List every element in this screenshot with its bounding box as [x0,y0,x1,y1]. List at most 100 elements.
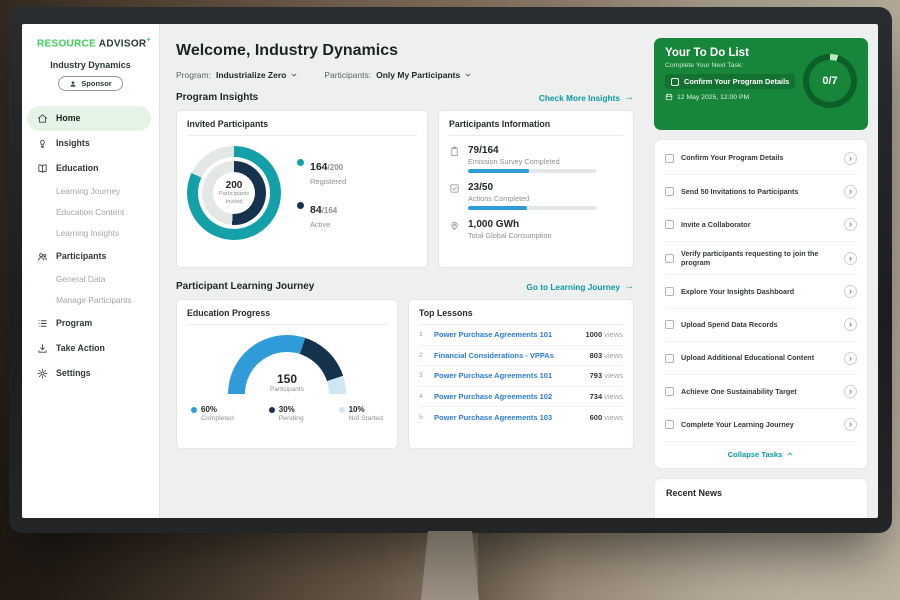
legend-dot [339,407,345,413]
monitor-stand [421,531,479,600]
legend-value: 30% [279,405,304,414]
lesson-views: 734 views [590,392,623,401]
lesson-link[interactable]: Power Purchase Agreements 101 [434,371,584,380]
sidebar-item-learning-insights[interactable]: Learning Insights [22,223,159,244]
link-label: Check More Insights [539,93,620,103]
gauge-center: 150 Participants [228,372,346,393]
nav-label: Home [56,113,80,123]
check-more-insights-link[interactable]: Check More Insights → [539,92,634,103]
checkbox[interactable] [665,187,674,196]
sponsor-badge-label: Sponsor [81,79,111,88]
participants-filter[interactable]: Participants: Only My Participants [324,70,472,80]
stat-actions-completed: 23/50 Actions Completed [449,182,623,210]
chevron-right-icon[interactable]: › [844,185,857,198]
gear-icon [37,368,48,379]
nav-label: Settings [56,368,91,378]
sidebar-item-insights[interactable]: Insights [27,131,151,156]
sidebar-item-manage-participants[interactable]: Manage Participants [22,290,159,311]
task-explore-insights-dashboard[interactable]: Explore Your Insights Dashboard › [665,275,857,308]
chevron-down-icon [464,71,472,79]
chevron-right-icon[interactable]: › [844,152,857,165]
checkbox[interactable] [665,287,674,296]
task-label: Complete Your Learning Journey [681,420,837,429]
task-achieve-sustainability-target[interactable]: Achieve One Sustainability Target › [665,375,857,408]
chevron-right-icon[interactable]: › [844,252,857,265]
legend-completed: 60% Completed [191,405,234,422]
nav-label: Education Content [56,207,124,217]
checkbox[interactable] [665,354,674,363]
legend-value: 10% [349,405,383,414]
lesson-link[interactable]: Power Purchase Agreements 102 [434,392,584,401]
chevron-up-icon [786,450,794,458]
next-task[interactable]: Confirm Your Program Details [665,74,795,89]
sidebar-item-home[interactable]: Home [27,106,151,131]
legend-total: /164 [322,206,338,215]
lesson-views: 1000 views [585,330,623,339]
chevron-right-icon[interactable]: › [844,352,857,365]
due-date-label: 12 May 2025, 12:00 PM [677,94,749,101]
checkbox[interactable] [665,420,674,429]
chevron-right-icon[interactable]: › [844,285,857,298]
lesson-rank: 4 [419,393,428,400]
progress-bar [468,206,596,210]
invited-participants-donut: 200 Participants Invited [187,146,281,240]
legend-value: 164 [310,161,328,173]
nav-label: General Data [56,274,105,284]
lesson-row: 2 Financial Considerations - VPPAs 803 v… [419,346,623,367]
task-confirm-program-details[interactable]: Confirm Your Program Details › [665,142,857,175]
chevron-right-icon[interactable]: › [844,418,857,431]
chevron-right-icon[interactable]: › [844,218,857,231]
page-title: Welcome, Industry Dynamics [176,42,634,60]
lesson-link[interactable]: Power Purchase Agreements 101 [434,330,579,339]
checkbox[interactable] [671,78,679,86]
invited-participants-body: 200 Participants Invited 164/200 Registe [187,136,417,240]
collapse-tasks-button[interactable]: Collapse Tasks [665,442,857,466]
task-upload-educational-content[interactable]: Upload Additional Educational Content › [665,342,857,375]
legend-label: Completed [201,415,234,422]
sidebar-item-general-data[interactable]: General Data [22,269,159,290]
task-invite-collaborator[interactable]: Invite a Collaborator › [665,209,857,242]
checkbox[interactable] [665,320,674,329]
chevron-right-icon[interactable]: › [844,385,857,398]
invited-participants-card: Invited Participants 200 Participants In… [176,110,428,268]
logo-advisor: ADVISOR [99,38,147,49]
home-icon [37,113,48,124]
checkbox[interactable] [665,154,674,163]
app-logo: RESOURCE ADVISOR+ [22,37,159,49]
screen: RESOURCE ADVISOR+ Industry Dynamics Spon… [22,24,878,518]
learning-journey-header: Participant Learning Journey Go to Learn… [176,281,634,292]
sidebar-item-participants[interactable]: Participants [27,244,151,269]
lesson-link[interactable]: Financial Considerations - VPPAs [434,351,584,360]
nav-label: Take Action [56,343,105,353]
link-label: Go to Learning Journey [526,282,620,292]
location-pin-icon [449,220,460,231]
person-icon [69,80,77,88]
checkbox[interactable] [665,254,674,263]
legend-value: 60% [201,405,234,414]
go-to-learning-journey-link[interactable]: Go to Learning Journey → [526,281,634,292]
task-send-invitations[interactable]: Send 50 Invitations to Participants › [665,175,857,208]
task-upload-spend-data[interactable]: Upload Spend Data Records › [665,309,857,342]
program-filter[interactable]: Program: Industrialize Zero [176,70,298,80]
sidebar-item-learning-journey[interactable]: Learning Journey [22,181,159,202]
sidebar-item-education-content[interactable]: Education Content [22,202,159,223]
sidebar-item-take-action[interactable]: Take Action [27,336,151,361]
legend-dot [297,159,304,166]
sidebar-item-settings[interactable]: Settings [27,361,151,386]
sidebar-item-education[interactable]: Education [27,156,151,181]
task-label: Explore Your Insights Dashboard [681,287,837,296]
stat-value: 79/164 [468,145,596,156]
lesson-views: 600 views [590,413,623,422]
checkbox[interactable] [665,387,674,396]
stat-label: Actions Completed [468,194,596,203]
chevron-right-icon[interactable]: › [844,318,857,331]
legend-dot [191,407,197,413]
lesson-link[interactable]: Power Purchase Agreements 103 [434,413,584,422]
monitor-stand-shadow [478,533,558,600]
task-complete-learning-journey[interactable]: Complete Your Learning Journey › [665,409,857,442]
nav-label: Manage Participants [56,295,132,305]
sidebar-item-program[interactable]: Program [27,311,151,336]
checkbox[interactable] [665,220,674,229]
task-verify-participants[interactable]: Verify participants requesting to join t… [665,242,857,275]
lesson-rank: 5 [419,414,428,421]
